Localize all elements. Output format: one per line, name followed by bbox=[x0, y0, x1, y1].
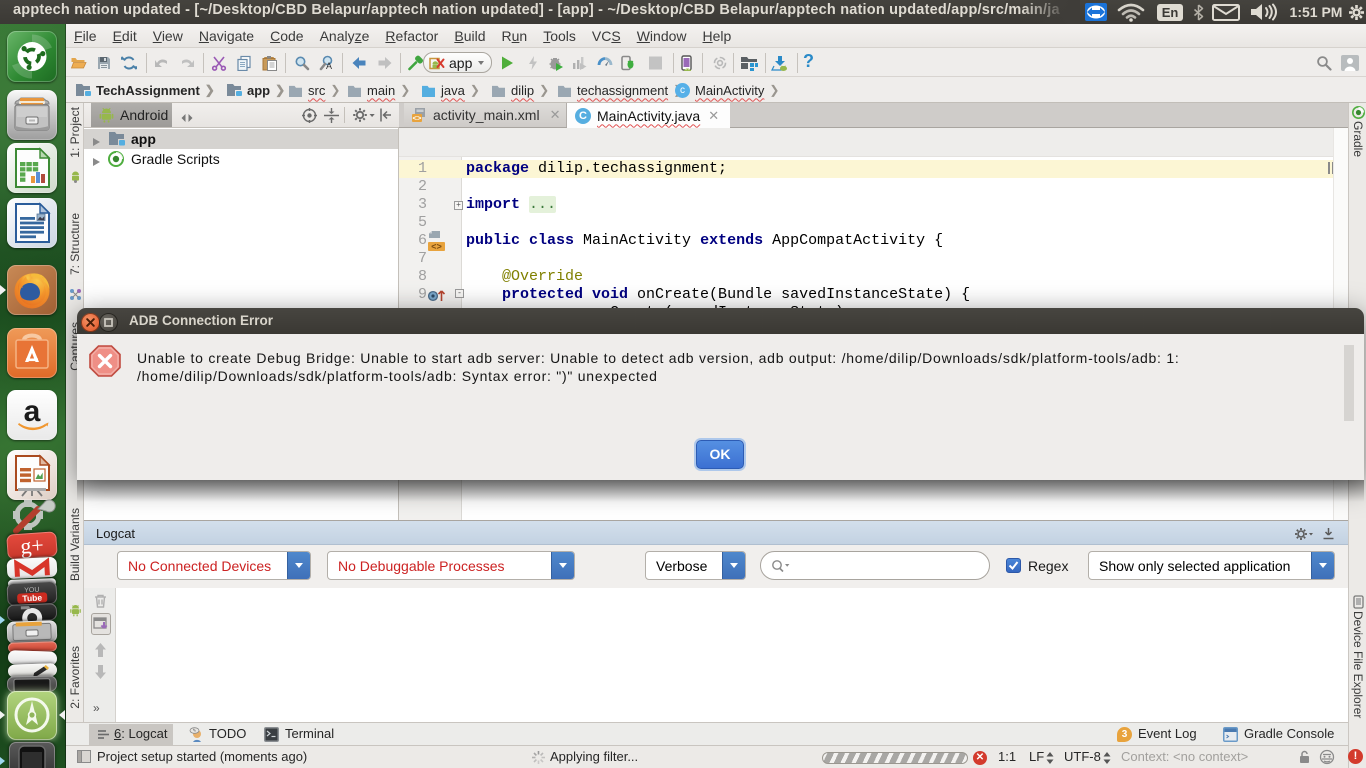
svg-text:g+: g+ bbox=[19, 532, 44, 559]
svg-text:<>: <> bbox=[431, 243, 442, 252]
svg-text:✎: ✎ bbox=[193, 728, 197, 733]
svg-text:A: A bbox=[326, 61, 332, 71]
svg-text:<>: <> bbox=[412, 116, 422, 124]
svg-text:Tube: Tube bbox=[22, 592, 42, 603]
svg-text:a: a bbox=[24, 395, 41, 428]
